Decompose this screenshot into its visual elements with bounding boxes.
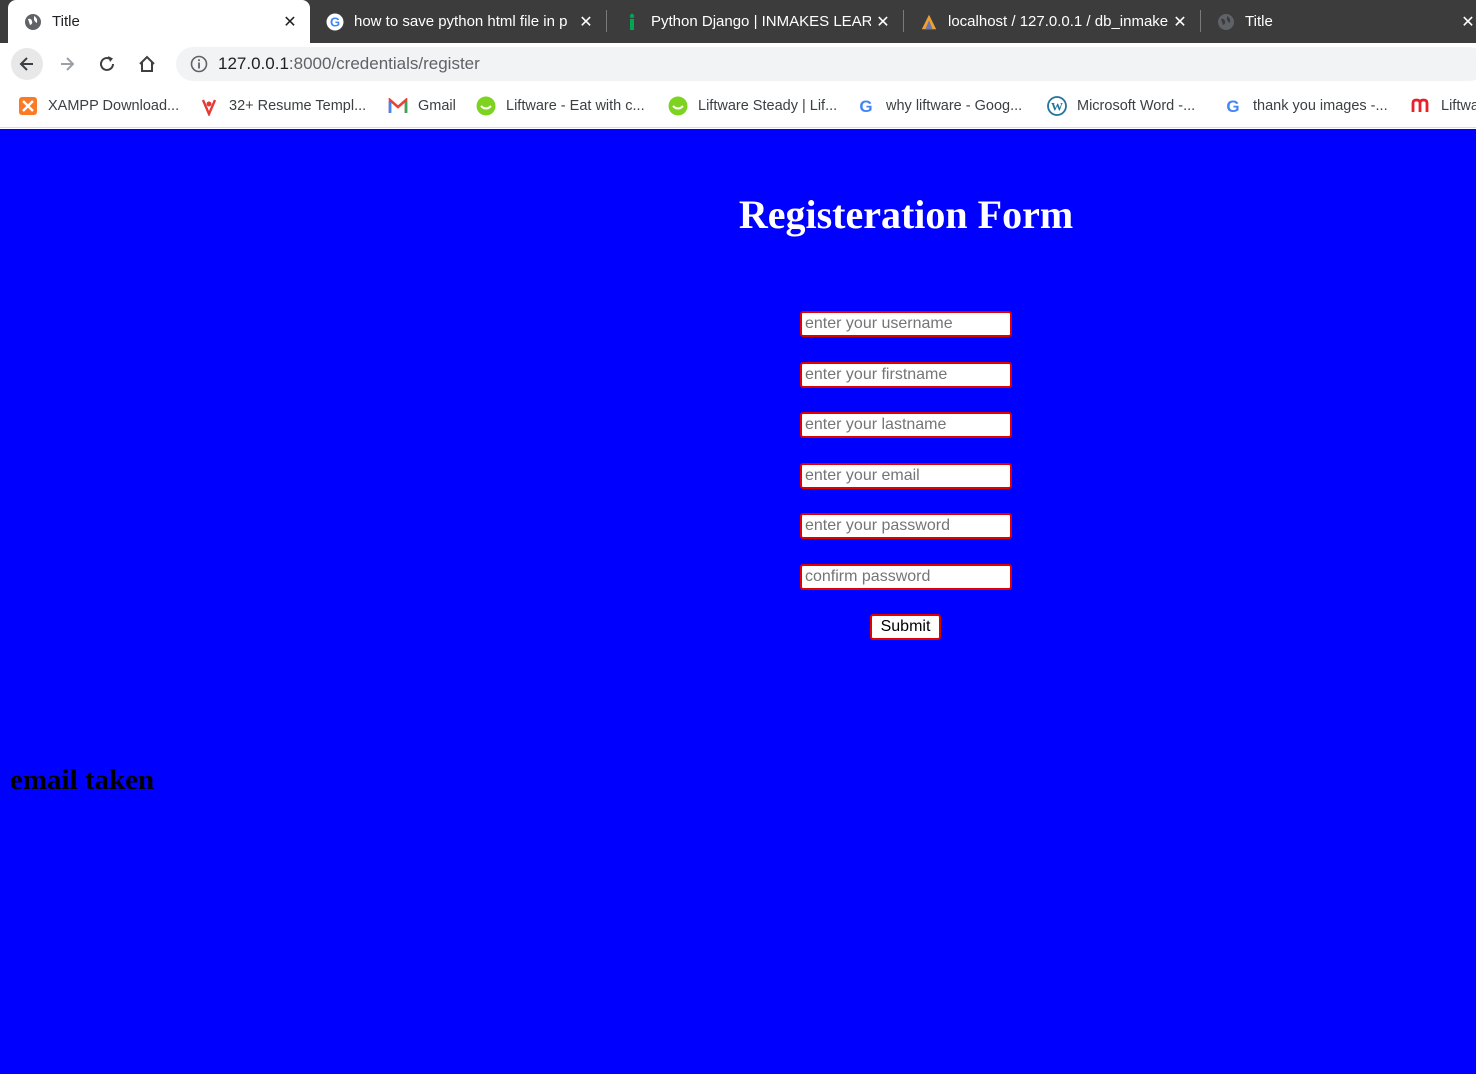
xampp-icon bbox=[18, 96, 38, 116]
bookmark-why-liftware[interactable]: G why liftware - Goog... bbox=[856, 85, 1022, 127]
tab-title: Title bbox=[1245, 13, 1273, 30]
bookmark-resume[interactable]: 32+ Resume Templ... bbox=[199, 85, 366, 127]
bookmark-label: Liftware - Eat with c... bbox=[506, 98, 645, 114]
password-input[interactable] bbox=[800, 513, 1012, 539]
info-icon[interactable] bbox=[190, 55, 208, 73]
browser-toolbar: 127.0.0.1:8000/credentials/register bbox=[0, 43, 1476, 85]
google-icon: G bbox=[856, 96, 876, 116]
gmail-icon bbox=[388, 96, 408, 116]
confirm-password-input[interactable] bbox=[800, 564, 1012, 590]
close-icon[interactable]: ✕ bbox=[1460, 10, 1476, 34]
bookmark-microsoft-word[interactable]: W Microsoft Word -... bbox=[1047, 85, 1195, 127]
bookmark-label: why liftware - Goog... bbox=[886, 98, 1023, 114]
tab-google-search[interactable]: G how to save python html file in p ✕ bbox=[310, 0, 606, 43]
svg-text:G: G bbox=[1226, 97, 1239, 116]
svg-text:W: W bbox=[1051, 100, 1063, 114]
tab-title-active[interactable]: Title ✕ bbox=[8, 0, 310, 43]
bookmark-label: 32+ Resume Templ... bbox=[229, 98, 367, 114]
close-icon[interactable]: ✕ bbox=[1168, 10, 1192, 34]
reload-icon bbox=[100, 56, 114, 71]
close-icon[interactable]: ✕ bbox=[871, 10, 895, 34]
back-button[interactable] bbox=[11, 48, 43, 80]
google-icon: G bbox=[326, 13, 344, 31]
email-input[interactable] bbox=[800, 463, 1012, 489]
bookmark-gmail[interactable]: Gmail bbox=[388, 85, 456, 127]
arrow-right-icon bbox=[61, 57, 75, 71]
svg-text:G: G bbox=[330, 14, 340, 29]
home-button[interactable] bbox=[131, 48, 163, 80]
bookmark-thank-you-images[interactable]: G thank you images -... bbox=[1223, 85, 1388, 127]
page-content: Registeration Form Submit email taken bbox=[0, 129, 1476, 1074]
bookmark-xampp[interactable]: XAMPP Download... bbox=[18, 85, 179, 127]
globe-icon bbox=[1217, 13, 1235, 31]
tab-title: localhost / 127.0.0.1 / db_inmake bbox=[948, 13, 1168, 30]
url-path: :8000/credentials/register bbox=[288, 54, 480, 73]
wordpress-icon: W bbox=[1047, 96, 1067, 116]
bookmark-label: XAMPP Download... bbox=[48, 98, 180, 114]
close-icon[interactable]: ✕ bbox=[574, 10, 598, 34]
bookmark-label: Microsoft Word -... bbox=[1077, 98, 1196, 114]
page-title: Registeration Form bbox=[738, 192, 1074, 237]
bookmark-liftware-steady[interactable]: Liftware Steady | Lif... bbox=[668, 85, 837, 127]
tab-phpmyadmin[interactable]: localhost / 127.0.0.1 / db_inmake ✕ bbox=[904, 0, 1200, 43]
firstname-input[interactable] bbox=[800, 362, 1012, 388]
bookmark-label: Gmail bbox=[418, 98, 456, 114]
phpmyadmin-icon bbox=[920, 13, 938, 31]
svg-text:G: G bbox=[859, 97, 872, 116]
tab-title: Python Django | INMAKES LEARN bbox=[651, 13, 871, 30]
home-icon bbox=[139, 55, 155, 72]
bookmark-liftwa[interactable]: Liftwa bbox=[1411, 85, 1476, 127]
tab-title: how to save python html file in p bbox=[354, 13, 568, 30]
submit-button[interactable]: Submit bbox=[870, 614, 941, 640]
liftware-icon bbox=[668, 96, 688, 116]
bookmark-label: Liftware Steady | Lif... bbox=[698, 98, 838, 114]
tab-strip: Title ✕ G how to save python html file i… bbox=[0, 0, 1476, 43]
error-message: email taken bbox=[10, 764, 155, 796]
bookmark-label: Liftwa bbox=[1441, 98, 1476, 114]
google-icon: G bbox=[1223, 96, 1243, 116]
globe-icon bbox=[24, 13, 42, 31]
username-input[interactable] bbox=[800, 311, 1012, 337]
close-icon[interactable]: ✕ bbox=[278, 10, 302, 34]
url-text: 127.0.0.1:8000/credentials/register bbox=[218, 54, 480, 74]
resume-icon bbox=[199, 96, 219, 116]
bookmark-liftware-eat[interactable]: Liftware - Eat with c... bbox=[476, 85, 645, 127]
forward-button[interactable] bbox=[51, 48, 83, 80]
inmakes-icon bbox=[623, 13, 641, 31]
tab-title: Title bbox=[52, 13, 80, 30]
url-host: 127.0.0.1 bbox=[218, 54, 289, 73]
lastname-input[interactable] bbox=[800, 412, 1012, 438]
arrow-left-icon bbox=[19, 57, 33, 71]
tab-inmakes[interactable]: Python Django | INMAKES LEARN ✕ bbox=[607, 0, 903, 43]
address-bar[interactable]: 127.0.0.1:8000/credentials/register bbox=[176, 47, 1476, 81]
liftware-icon bbox=[476, 96, 496, 116]
m-icon bbox=[1411, 96, 1431, 116]
reload-button[interactable] bbox=[91, 48, 123, 80]
bookmarks-bar: XAMPP Download... 32+ Resume Templ... Gm… bbox=[0, 85, 1476, 128]
bookmark-label: thank you images -... bbox=[1253, 98, 1388, 114]
tab-title-second[interactable]: Title ✕ bbox=[1201, 0, 1476, 43]
